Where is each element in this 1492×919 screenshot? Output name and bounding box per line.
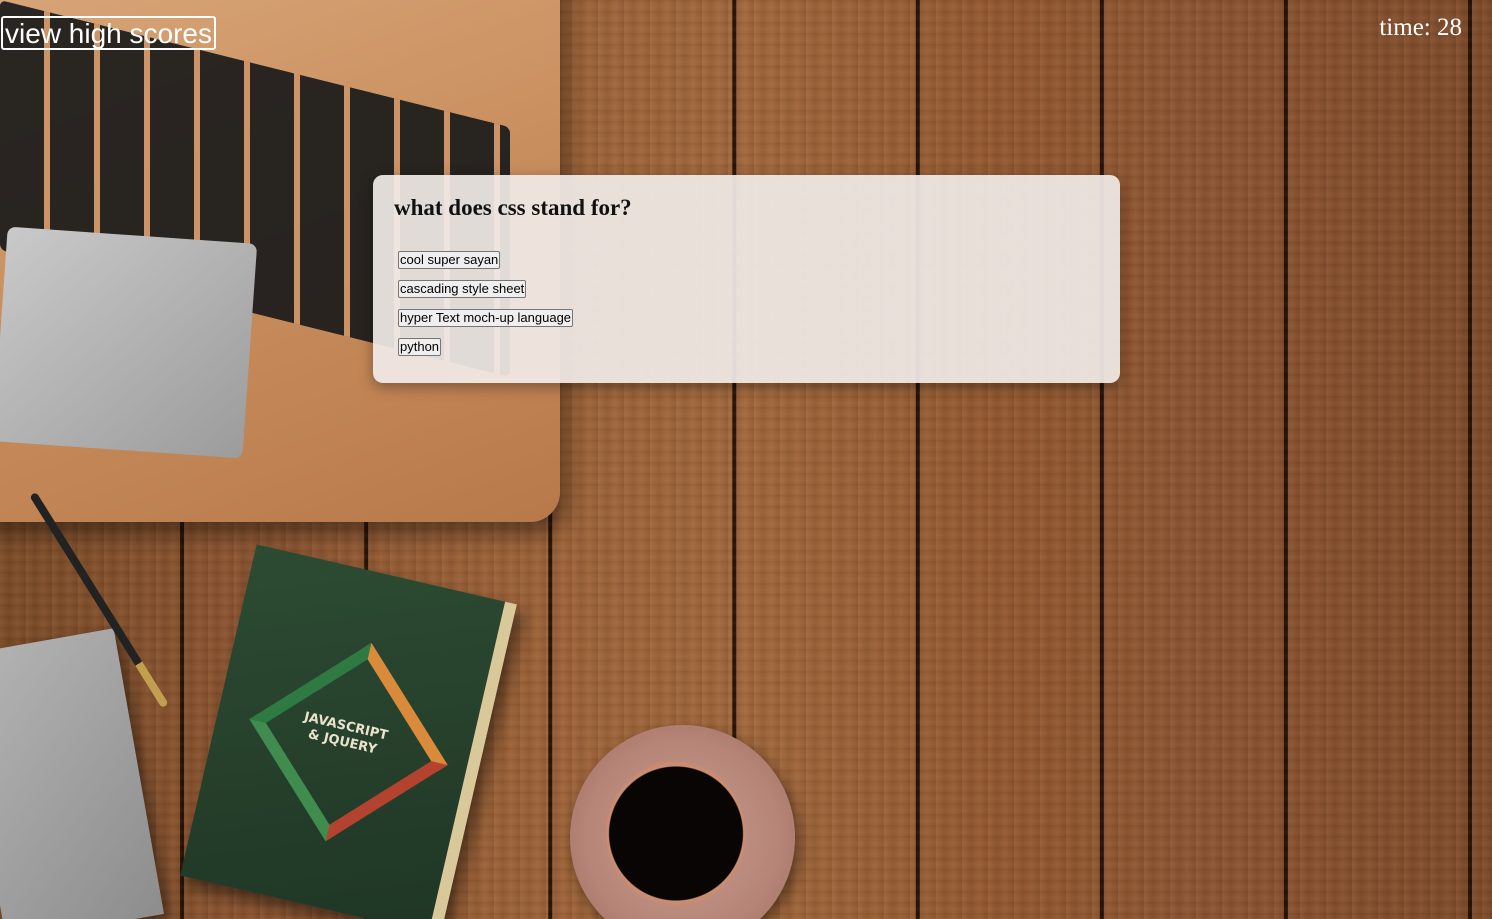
answer-item: python (398, 336, 1099, 356)
answer-item: cool super sayan (398, 249, 1099, 269)
answer-item: cascading style sheet (398, 278, 1099, 298)
question-text: what does css stand for? (394, 195, 632, 220)
answer-button-1[interactable]: cool super sayan (398, 251, 501, 269)
timer-label: time: (1379, 14, 1431, 41)
answer-button-4[interactable]: python (398, 338, 442, 356)
timer-value: 28 (1437, 14, 1462, 41)
coffee-cup-image (570, 725, 795, 919)
answer-item: hyper Text moch-up language (398, 307, 1099, 327)
quiz-card: what does css stand for? cool super saya… (373, 175, 1120, 383)
timer: time: 28 (1379, 14, 1462, 42)
answer-list: cool super sayan cascading style sheet h… (394, 249, 1099, 356)
answer-button-3[interactable]: hyper Text moch-up language (398, 309, 574, 327)
coffee-image (606, 761, 746, 906)
view-high-scores-button[interactable]: view high scores (1, 16, 216, 50)
book-image: JAVASCRIPT & JQUERY (180, 544, 517, 919)
trackpad-image (0, 226, 258, 459)
answer-button-2[interactable]: cascading style sheet (398, 280, 527, 298)
